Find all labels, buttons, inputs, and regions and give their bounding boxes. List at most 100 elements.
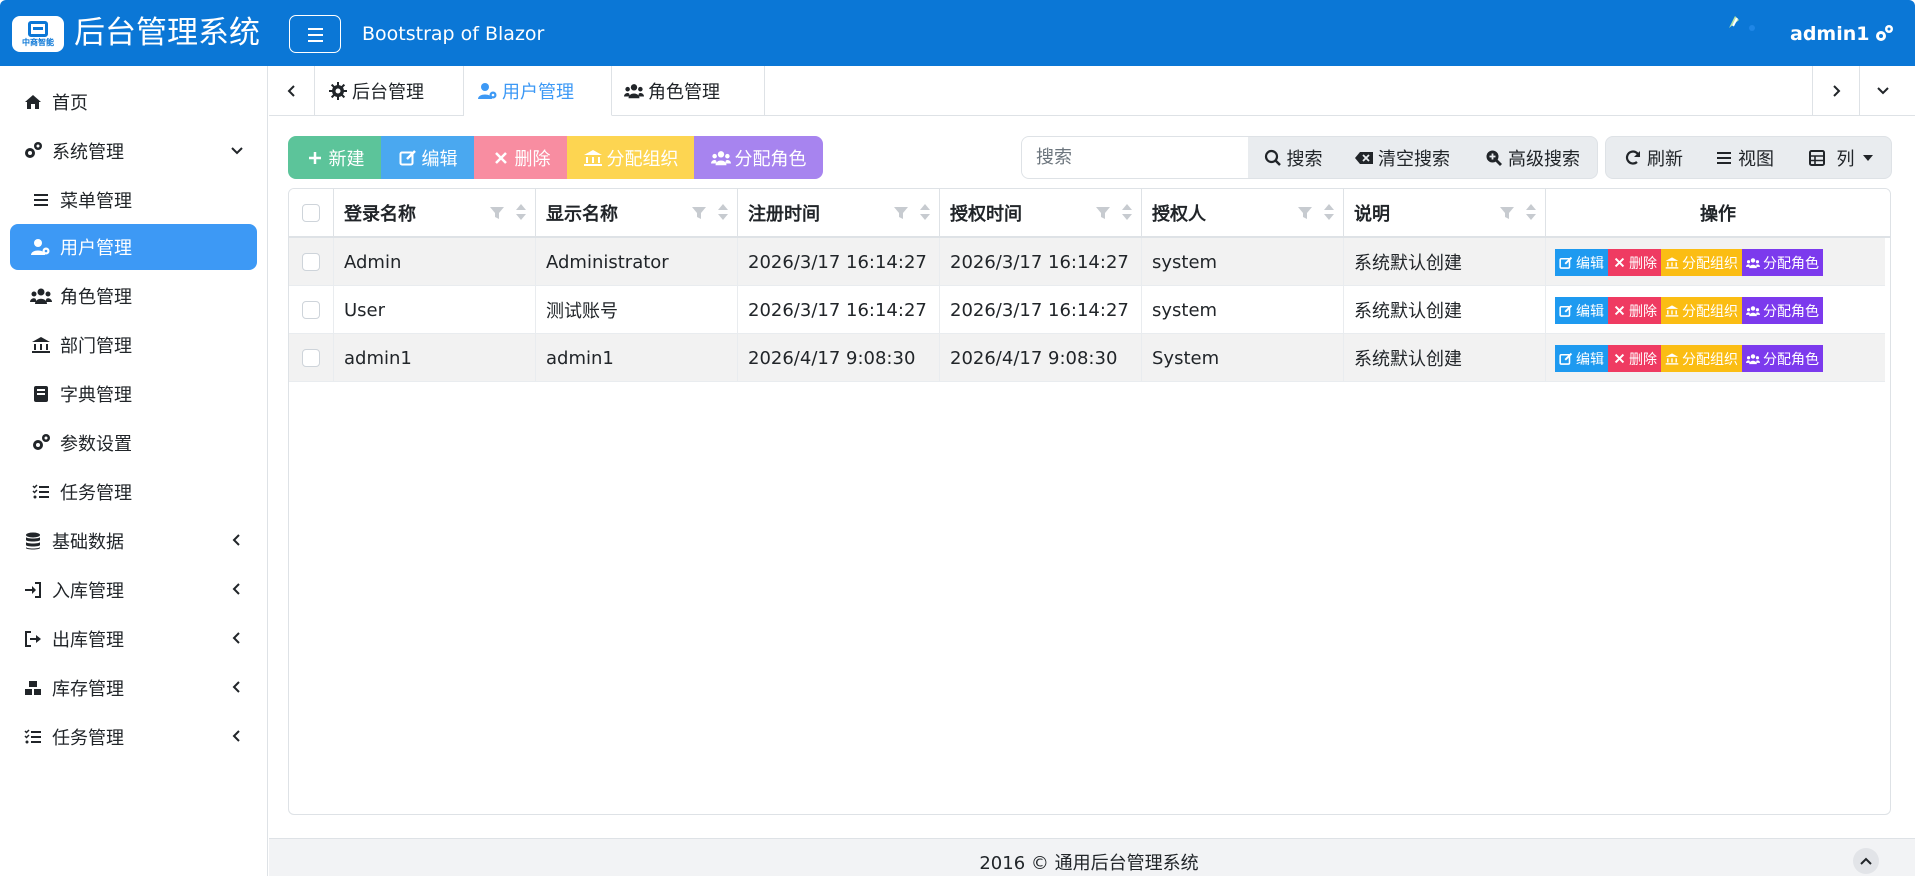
sort-icon[interactable] bbox=[919, 201, 931, 223]
filter-icon[interactable] bbox=[893, 205, 909, 221]
sidebar-item-menus[interactable]: 菜单管理 bbox=[10, 177, 257, 223]
caret-down-icon bbox=[1862, 154, 1873, 161]
row-assign-role-button[interactable]: 分配角色 bbox=[1742, 345, 1823, 372]
sidebar-item-users[interactable]: 用户管理 bbox=[10, 224, 257, 270]
row-assign-org-button[interactable]: 分配组织 bbox=[1661, 249, 1742, 276]
assign-role-button[interactable]: 分配角色 bbox=[694, 136, 823, 179]
row-checkbox[interactable] bbox=[302, 301, 320, 319]
column-header-actions: 操作 bbox=[1546, 189, 1890, 236]
close-icon bbox=[1612, 352, 1626, 366]
users-icon bbox=[30, 285, 52, 307]
sign-in-icon bbox=[22, 579, 44, 601]
sidebar-item-tasks-main[interactable]: 任务管理 bbox=[10, 714, 257, 760]
sidebar-item-label: 出库管理 bbox=[52, 630, 124, 651]
filter-icon[interactable] bbox=[489, 205, 505, 221]
tab-scroll-right-button[interactable] bbox=[1812, 66, 1858, 116]
user-name[interactable]: admin1 bbox=[1790, 20, 1869, 48]
table-row[interactable]: Admin Administrator 2026/3/17 16:14:27 2… bbox=[289, 238, 1885, 286]
row-delete-button[interactable]: 删除 bbox=[1608, 345, 1661, 372]
row-delete-button[interactable]: 删除 bbox=[1608, 297, 1661, 324]
sidebar-item-outbound[interactable]: 出库管理 bbox=[10, 616, 257, 662]
column-header-login[interactable]: 登录名称 bbox=[334, 189, 536, 236]
sort-icon[interactable] bbox=[1525, 201, 1537, 223]
bars-icon bbox=[1714, 148, 1734, 168]
assign-org-button[interactable]: 分配组织 bbox=[567, 136, 694, 179]
view-button[interactable]: 视图 bbox=[1700, 137, 1788, 178]
edit-icon bbox=[1559, 304, 1573, 318]
sort-icon[interactable] bbox=[717, 201, 729, 223]
new-button[interactable]: 新建 bbox=[288, 136, 381, 179]
sort-icon[interactable] bbox=[1323, 201, 1335, 223]
search-button[interactable]: 搜索 bbox=[1248, 137, 1337, 178]
sidebar-item-system[interactable]: 系统管理 bbox=[10, 128, 257, 174]
sort-icon[interactable] bbox=[1121, 201, 1133, 223]
refresh-button[interactable]: 刷新 bbox=[1606, 137, 1700, 178]
footer-copyright: 2016 © 通用后台管理系统 bbox=[979, 853, 1199, 874]
sidebar-item-tasks[interactable]: 任务管理 bbox=[10, 469, 257, 515]
sidebar-item-roles[interactable]: 角色管理 bbox=[10, 273, 257, 319]
sidebar-item-dictionary[interactable]: 字典管理 bbox=[10, 371, 257, 417]
filter-icon[interactable] bbox=[1095, 205, 1111, 221]
row-assign-role-button[interactable]: 分配角色 bbox=[1742, 249, 1823, 276]
menu-toggle-button[interactable] bbox=[289, 15, 341, 53]
clear-search-button[interactable]: 清空搜索 bbox=[1337, 137, 1467, 178]
sidebar-item-parameters[interactable]: 参数设置 bbox=[10, 420, 257, 466]
sidebar-item-label: 字典管理 bbox=[60, 385, 132, 406]
edit-icon bbox=[398, 148, 418, 168]
edit-button[interactable]: 编辑 bbox=[381, 136, 474, 179]
row-delete-button[interactable]: 删除 bbox=[1608, 249, 1661, 276]
scroll-to-top-button[interactable] bbox=[1853, 848, 1879, 874]
cell-approved: 2026/3/17 16:14:27 bbox=[940, 238, 1142, 286]
clear-search-button-label: 清空搜索 bbox=[1378, 148, 1450, 170]
advanced-search-button[interactable]: 高级搜索 bbox=[1467, 137, 1597, 178]
column-header-approved[interactable]: 授权时间 bbox=[940, 189, 1142, 236]
sidebar: 首页 系统管理 菜单管理 用户管理 角色管理 部门管理 字典管理 参数设置 任务… bbox=[0, 66, 268, 876]
filter-icon[interactable] bbox=[1499, 205, 1515, 221]
tab-roles[interactable]: 角色管理 bbox=[612, 66, 765, 116]
tab-menu-button[interactable] bbox=[1859, 66, 1905, 116]
sidebar-item-label: 任务管理 bbox=[52, 728, 124, 749]
sidebar-item-basic-data[interactable]: 基础数据 bbox=[10, 518, 257, 564]
user-avatar[interactable] bbox=[1725, 10, 1761, 34]
row-edit-button[interactable]: 编辑 bbox=[1555, 249, 1608, 276]
table-row[interactable]: admin1 admin1 2026/4/17 9:08:30 2026/4/1… bbox=[289, 334, 1885, 382]
app-logo: 中商智能 bbox=[12, 16, 64, 52]
tab-users[interactable]: 用户管理 bbox=[464, 66, 612, 116]
tab-label: 角色管理 bbox=[648, 82, 720, 103]
bank-icon bbox=[1665, 256, 1679, 270]
row-edit-button[interactable]: 编辑 bbox=[1555, 297, 1608, 324]
row-actions: 编辑 删除 分配组织 分配角色 bbox=[1555, 249, 1823, 276]
filter-icon[interactable] bbox=[691, 205, 707, 221]
row-checkbox[interactable] bbox=[302, 253, 320, 271]
settings-icon[interactable] bbox=[1872, 22, 1896, 46]
column-header-display[interactable]: 显示名称 bbox=[536, 189, 738, 236]
sidebar-item-departments[interactable]: 部门管理 bbox=[10, 322, 257, 368]
row-assign-role-button[interactable]: 分配角色 bbox=[1742, 297, 1823, 324]
cogs-icon bbox=[22, 140, 44, 162]
select-all-checkbox[interactable] bbox=[302, 203, 320, 222]
column-header-description[interactable]: 说明 bbox=[1344, 189, 1546, 236]
cell-approver: System bbox=[1142, 334, 1344, 382]
delete-button[interactable]: 删除 bbox=[474, 136, 567, 179]
row-assign-org-button[interactable]: 分配组织 bbox=[1661, 345, 1742, 372]
chevron-left-icon bbox=[229, 581, 245, 597]
filter-icon[interactable] bbox=[1297, 205, 1313, 221]
row-assign-org-button[interactable]: 分配组织 bbox=[1661, 297, 1742, 324]
sidebar-item-home[interactable]: 首页 bbox=[10, 79, 257, 125]
columns-dropdown[interactable]: 列 bbox=[1788, 137, 1891, 178]
sidebar-item-inventory[interactable]: 库存管理 bbox=[10, 665, 257, 711]
row-edit-button[interactable]: 编辑 bbox=[1555, 345, 1608, 372]
row-edit-label: 编辑 bbox=[1576, 303, 1604, 320]
cell-description: 系统默认创建 bbox=[1344, 286, 1546, 334]
bank-icon bbox=[583, 148, 603, 168]
column-header-approver[interactable]: 授权人 bbox=[1142, 189, 1344, 236]
row-checkbox[interactable] bbox=[302, 349, 320, 367]
table-row[interactable]: User 测试账号 2026/3/17 16:14:27 2026/3/17 1… bbox=[289, 286, 1885, 334]
tab-admin[interactable]: 后台管理 bbox=[316, 66, 464, 116]
search-input[interactable] bbox=[1022, 137, 1248, 178]
sort-icon[interactable] bbox=[515, 201, 527, 223]
cell-registered: 2026/3/17 16:14:27 bbox=[738, 286, 940, 334]
sidebar-item-inbound[interactable]: 入库管理 bbox=[10, 567, 257, 613]
column-header-registered[interactable]: 注册时间 bbox=[738, 189, 940, 236]
tab-scroll-left-button[interactable] bbox=[269, 66, 315, 116]
